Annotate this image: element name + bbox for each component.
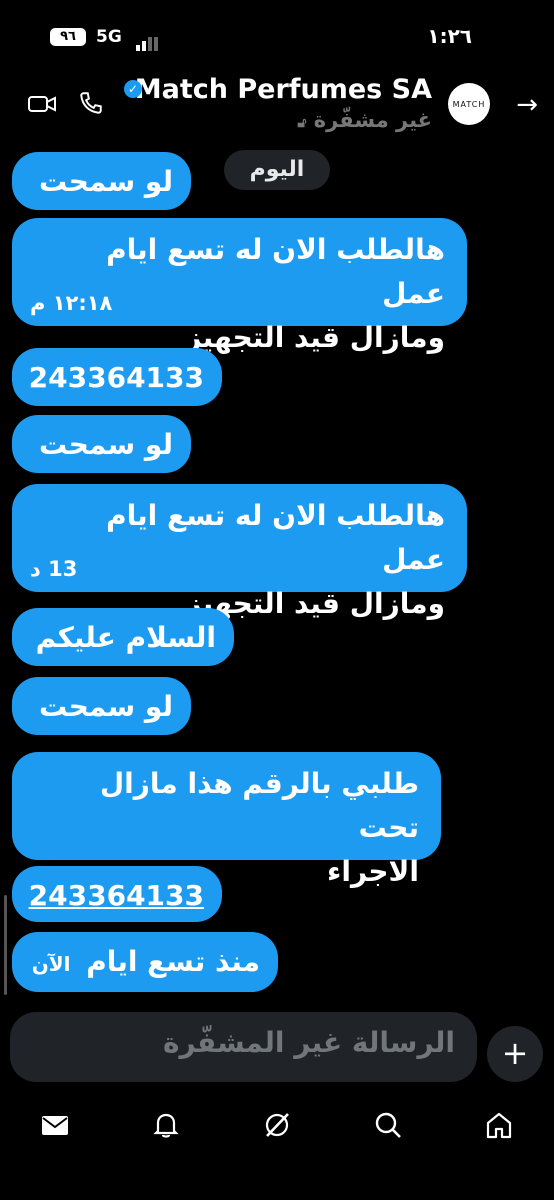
add-attachment-button[interactable]: +: [487, 1026, 543, 1082]
message-bubble[interactable]: 243364133: [12, 348, 222, 406]
search-icon[interactable]: [373, 1110, 403, 1140]
verified-badge-icon: ✓: [124, 80, 142, 98]
arrow-right-icon[interactable]: →: [516, 90, 538, 120]
avatar[interactable]: MATCH: [448, 83, 490, 125]
message-timestamp: الآن: [31, 952, 71, 976]
lock-icon: 🔓︎: [297, 115, 307, 131]
battery-indicator: ٩٦: [50, 28, 86, 46]
phone-call-icon[interactable]: [78, 90, 104, 116]
video-call-icon[interactable]: [28, 94, 56, 114]
encryption-status: غير مشفّرة 🔓︎: [293, 108, 432, 132]
message-link[interactable]: 243364133: [29, 879, 204, 912]
message-bubble[interactable]: لو سمحت: [12, 415, 191, 473]
signal-icon: [136, 32, 160, 51]
message-timestamp: ١٢:١٨ م: [30, 291, 113, 315]
encryption-label: غير مشفّرة: [313, 108, 432, 132]
message-bubble[interactable]: لو سمحت: [12, 677, 191, 735]
message-text-line: هالطلب الان له تسع ايام عمل: [106, 499, 445, 576]
message-text: 243364133: [28, 361, 204, 394]
message-text: لو سمحت: [39, 165, 173, 198]
message-bubble[interactable]: 243364133: [12, 866, 222, 922]
home-icon[interactable]: [484, 1110, 514, 1140]
message-bubble[interactable]: طلبي بالرقم هذا مازال تحت الاجراء: [12, 752, 441, 888]
message-text: لو سمحت: [39, 690, 173, 723]
message-text: منذ تسع ايام: [86, 945, 260, 978]
status-bar: ٩٦ 5G ١:٢٦: [0, 0, 554, 70]
clock: ١:٢٦: [427, 24, 472, 48]
message-input[interactable]: الرسالة غير المشفّرة: [10, 1012, 477, 1082]
message-list[interactable]: اليوم لو سمحت هالطلب الان له تسع ايام عم…: [0, 140, 554, 1005]
message-text: السلام عليكم: [35, 621, 216, 654]
message-bubble[interactable]: منذ تسع ايام الآن: [12, 932, 278, 992]
message-placeholder: الرسالة غير المشفّرة: [162, 1026, 455, 1059]
contact-name[interactable]: Match Perfumes SA: [135, 74, 432, 105]
messages-icon[interactable]: [40, 1110, 70, 1140]
message-bubble[interactable]: لو سمحت: [12, 152, 191, 210]
notifications-icon[interactable]: [151, 1110, 181, 1140]
message-text: لو سمحت: [39, 428, 173, 461]
scrollbar[interactable]: [4, 895, 7, 995]
grok-icon[interactable]: [262, 1110, 292, 1140]
network-type: 5G: [96, 27, 122, 47]
bottom-navigation: [0, 1100, 554, 1152]
conversation-header: → MATCH Match Perfumes SA ✓ غير مشفّرة 🔓…: [0, 70, 554, 140]
date-separator: اليوم: [224, 150, 330, 190]
message-text-line: طلبي بالرقم هذا مازال تحت: [99, 767, 419, 844]
message-bubble[interactable]: هالطلب الان له تسع ايام عمل ومازال قيد ا…: [12, 218, 467, 354]
message-bubble[interactable]: السلام عليكم: [12, 608, 234, 666]
message-timestamp: 13 د: [30, 557, 78, 581]
message-bubble[interactable]: هالطلب الان له تسع ايام عمل ومازال قيد ا…: [12, 484, 467, 620]
